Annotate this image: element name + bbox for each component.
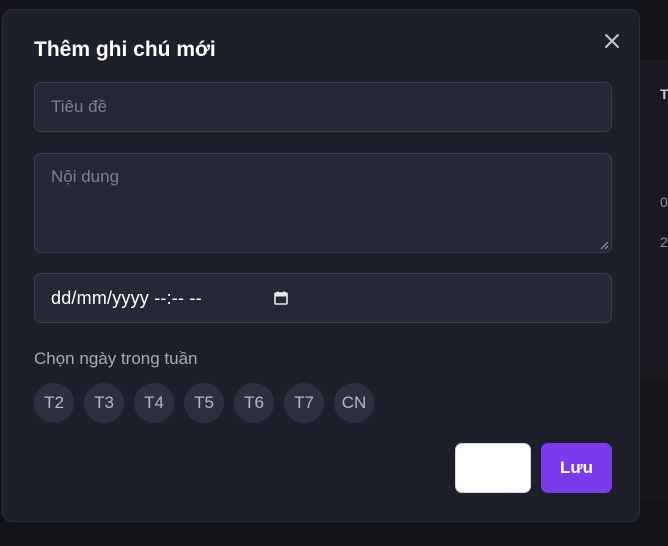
modal-title: Thêm ghi chú mới xyxy=(34,38,216,61)
calendar-picker-button[interactable] xyxy=(273,290,289,306)
background-row-fragment: 2 xyxy=(660,234,668,250)
close-icon xyxy=(605,34,619,48)
resize-handle-icon[interactable] xyxy=(600,241,609,250)
weekday-chip-t5[interactable]: T5 xyxy=(184,383,224,423)
cancel-button[interactable] xyxy=(455,443,531,493)
weekday-chip-t3[interactable]: T3 xyxy=(84,383,124,423)
weekday-chip-t2[interactable]: T2 xyxy=(34,383,74,423)
weekday-chip-cn[interactable]: CN xyxy=(334,383,374,423)
background-footer-panel xyxy=(640,380,668,500)
save-button[interactable]: Lưu xyxy=(541,443,612,493)
weekday-label: Chọn ngày trong tuần xyxy=(34,349,198,368)
background-table-panel xyxy=(640,60,668,380)
content-textarea[interactable] xyxy=(34,153,612,253)
add-note-modal: Thêm ghi chú mới dd/mm/yyyy --:-- -- Chọ… xyxy=(2,9,640,522)
calendar-icon xyxy=(274,291,288,305)
datetime-value: dd/mm/yyyy --:-- -- xyxy=(51,287,202,308)
background-row-fragment: 0 xyxy=(660,194,668,210)
datetime-input[interactable]: dd/mm/yyyy --:-- -- xyxy=(34,273,612,323)
close-button[interactable] xyxy=(601,30,623,52)
background-table-header: T xyxy=(660,86,668,102)
weekday-chip-t4[interactable]: T4 xyxy=(134,383,174,423)
title-input[interactable] xyxy=(34,82,612,132)
weekday-chip-t7[interactable]: T7 xyxy=(284,383,324,423)
weekday-chip-t6[interactable]: T6 xyxy=(234,383,274,423)
